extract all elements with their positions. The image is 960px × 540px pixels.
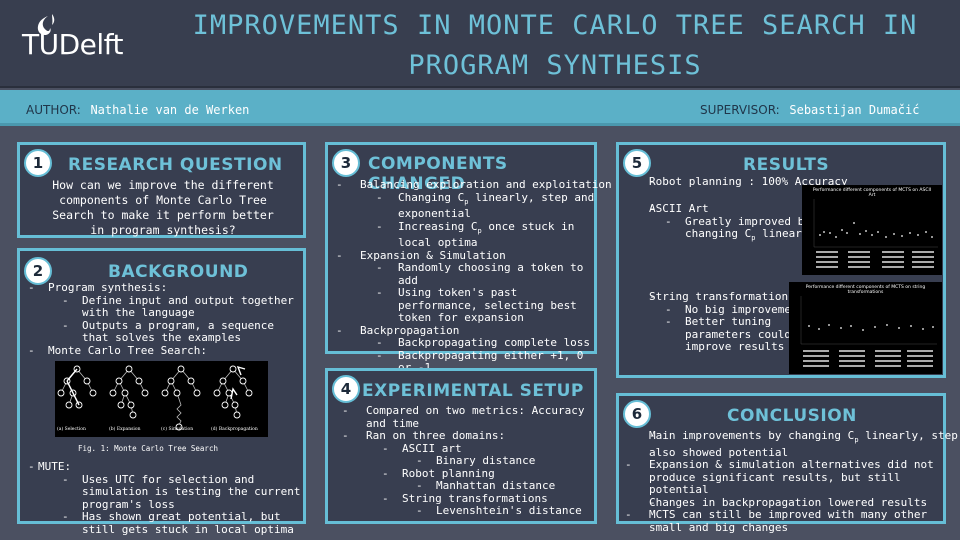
research-question-text: How can we improve the different compone…: [52, 178, 274, 237]
list-item: - Better tuning parameters could improve …: [665, 315, 791, 353]
section-title: RESEARCH QUESTION: [68, 155, 283, 175]
background-panel: 2 BACKGROUND - Program synthesis: - Define…: [17, 248, 306, 535]
experimental-setup-panel: 4 EXPERIMENTAL SETUP - Compared on two me…: [325, 368, 597, 524]
list-item: - Levenshtein's distance: [416, 504, 582, 517]
section-title: RESULTS: [743, 155, 830, 175]
tudelft-logo-text: TUDelft: [22, 28, 124, 61]
list-item: - MCTS can still be improved with many ot…: [625, 508, 928, 534]
list-item: - Randomly choosing a token to add: [376, 261, 584, 287]
list-item: - Monte Carlo Tree Search:: [28, 343, 207, 357]
list-item: - Robot planning : 100% Accuracy: [649, 175, 848, 188]
list-item-continuation: changing Cp linearly: [685, 227, 816, 243]
mcts-label-backpropagation: (d) Backpropagation: [211, 427, 258, 432]
list-item: - Increasing Cp once stuck in: [376, 219, 575, 235]
results-panel: 5 RESULTS - Robot planning : 100% Accurac…: [616, 142, 946, 378]
author-name: Nathalie van de Werken: [90, 103, 250, 117]
poster-title: IMPROVEMENTS IN MONTE CARLO TREE SEARCH …: [192, 10, 918, 81]
mcts-label-simulation: (c) Simulation: [161, 427, 194, 432]
string-transformations-results-chart: Performance different components of MCTS…: [789, 282, 942, 374]
list-item: - Compared on two metrics: Accuracy and t…: [342, 404, 585, 430]
list-item: - Using token's past performance, selecti…: [376, 286, 577, 325]
components-changed-panel: 3 COMPONENTS CHANGED - Balancing explorat…: [325, 142, 612, 374]
section-number-badge: 4: [332, 375, 360, 403]
research-question-panel: 1 RESEARCH QUESTION How can we improve t…: [17, 142, 306, 238]
list-item: - Outputs a program, a sequence that solv…: [62, 318, 275, 344]
list-item: - Expansion & simulation alternatives did…: [625, 458, 934, 497]
section-number-badge: 1: [24, 149, 52, 177]
mcts-figure: (a) Selection (b) Expansion (c) Simulati…: [55, 361, 268, 437]
ascii-art-results-chart: Performance different components of MCTS…: [802, 185, 942, 275]
mcts-label-selection: (a) Selection: [57, 427, 86, 432]
list-item: - Uses UTC for selection and simulation i…: [62, 472, 301, 511]
list-item: - Define input and output together with t…: [62, 293, 294, 319]
list-item: - Has shown great potential, but still ge…: [62, 510, 294, 536]
section-title: EXPERIMENTAL SETUP: [362, 381, 584, 401]
supervisor-label: SUPERVISOR:: [700, 103, 780, 117]
mcts-label-expansion: (b) Expansion: [109, 427, 141, 432]
figure-caption: Fig. 1: Monte Carlo Tree Search: [78, 444, 218, 453]
section-number-badge: 5: [623, 149, 651, 177]
conclusion-panel: 6 CONCLUSION - Main improvements by chang…: [616, 393, 958, 533]
section-title: BACKGROUND: [108, 262, 249, 282]
list-item: - Ran on three domains:: [342, 429, 506, 442]
author-label: AUTHOR:: [26, 103, 81, 117]
list-item: - Changing Cp linearly, step and: [376, 190, 595, 206]
section-number-badge: 3: [332, 149, 360, 177]
supervisor-name: Sebastijan Dumačić: [789, 103, 920, 117]
supervisor-block: SUPERVISOR: Sebastijan Dumačić: [700, 99, 919, 118]
tudelft-logo: TUDelft: [22, 10, 152, 66]
author-block: AUTHOR: Nathalie van de Werken: [26, 99, 249, 118]
list-item-continuation: local optima: [398, 236, 478, 250]
author-bar: AUTHOR: Nathalie van de Werken SUPERVISO…: [0, 90, 960, 126]
section-number-badge: 6: [623, 400, 651, 428]
list-item: - Main improvements by changing Cp linear…: [649, 429, 958, 445]
section-title: CONCLUSION: [727, 406, 857, 426]
